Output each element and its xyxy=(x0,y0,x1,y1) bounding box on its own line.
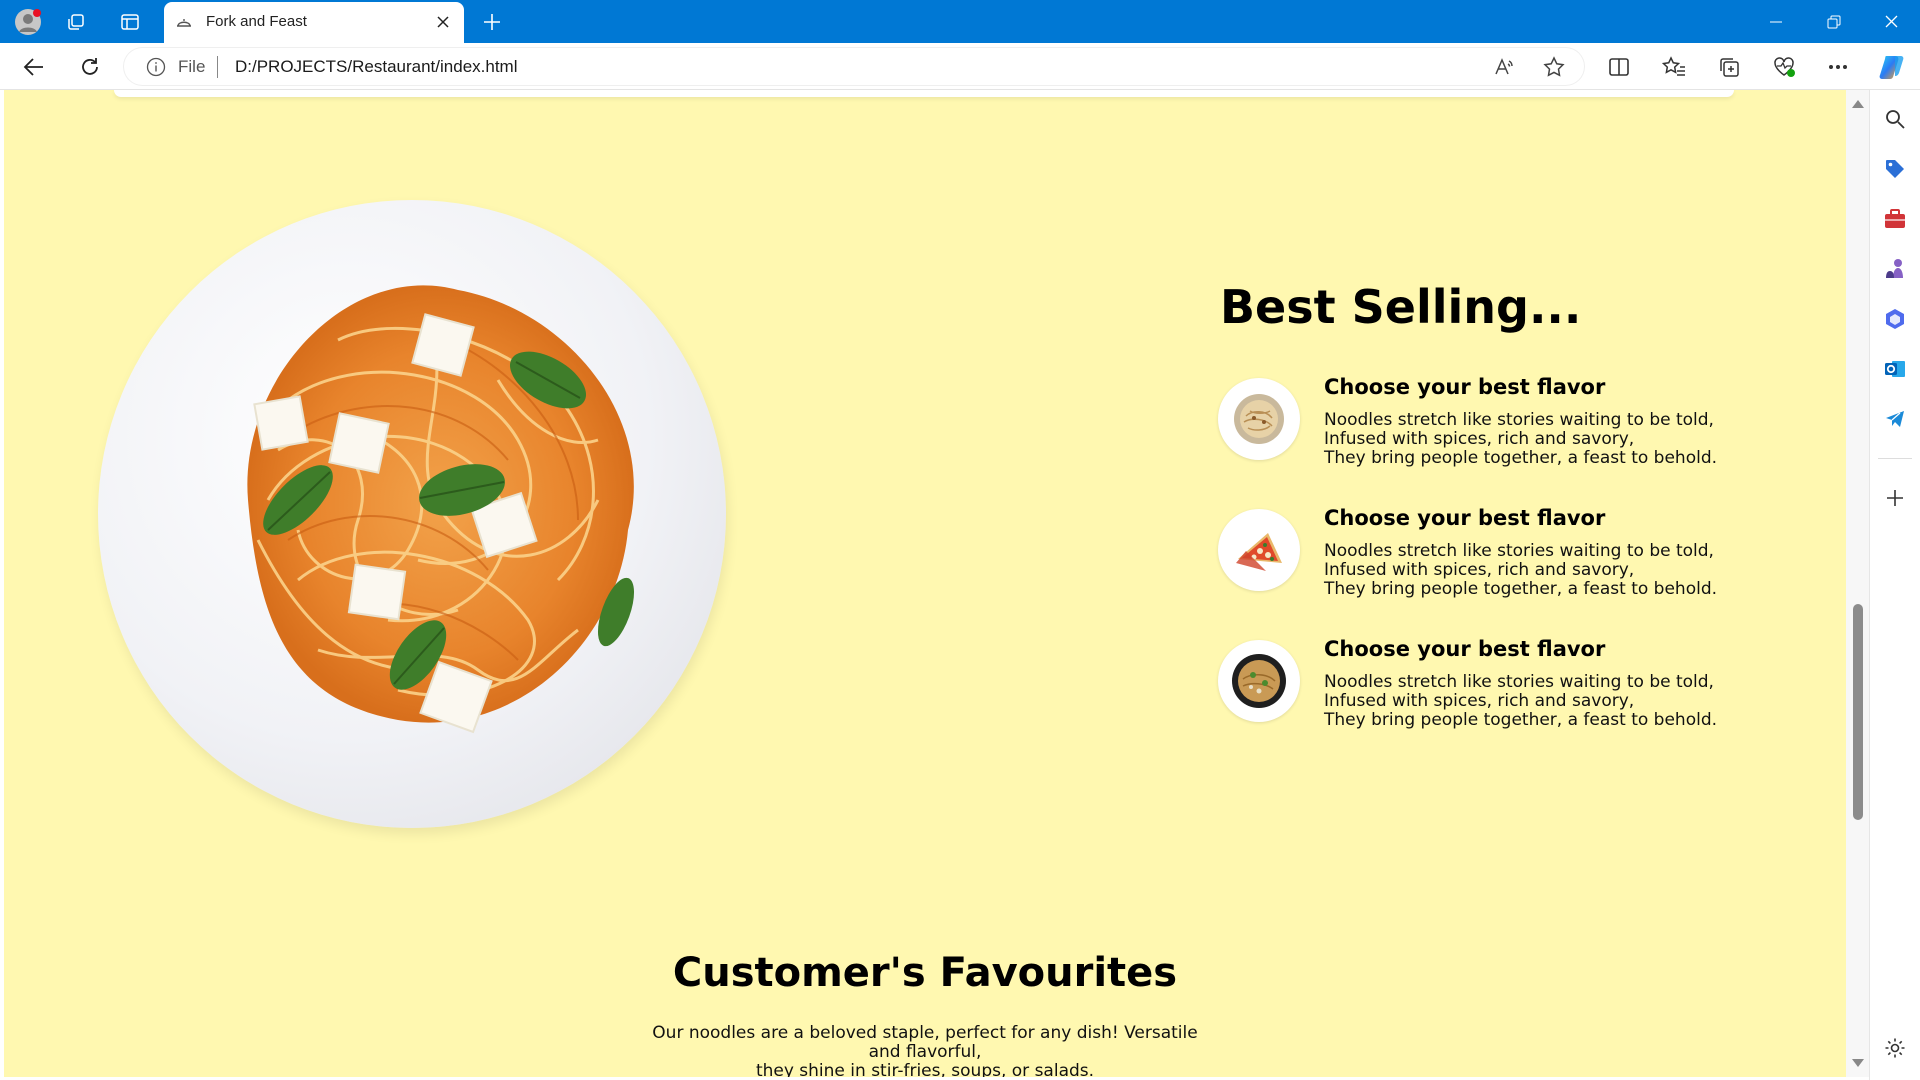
site-favicon-icon xyxy=(177,19,191,27)
games-icon[interactable] xyxy=(1881,255,1909,283)
outlook-icon[interactable] xyxy=(1881,355,1909,383)
noodle-bowl-thumbnail xyxy=(1218,378,1300,460)
back-button[interactable] xyxy=(18,51,50,83)
best-selling-item: Choose your best flavor Noodles stretch … xyxy=(1218,375,1846,478)
item-description: Noodles stretch like stories waiting to … xyxy=(1324,410,1718,468)
tools-briefcase-icon[interactable] xyxy=(1881,205,1909,233)
restore-button[interactable] xyxy=(1805,0,1863,43)
customers-favourites-text: Our noodles are a beloved staple, perfec… xyxy=(652,1023,1198,1078)
address-bar[interactable]: File D:/PROJECTS/Restaurant/index.html xyxy=(124,48,1584,85)
tab-title: Fork and Feast xyxy=(206,13,307,30)
browser-tab-active[interactable]: Fork and Feast xyxy=(164,2,464,43)
customers-favourites-title: Customer's Favourites xyxy=(672,950,1178,996)
best-selling-title: Best Selling... xyxy=(1220,280,1582,334)
item-heading: Choose your best flavor xyxy=(1324,637,1606,661)
best-selling-item: Choose your best flavor Noodles stretch … xyxy=(1218,506,1846,609)
refresh-button[interactable] xyxy=(74,51,106,83)
search-icon[interactable] xyxy=(1881,105,1909,133)
item-heading: Choose your best flavor xyxy=(1324,375,1606,399)
microsoft-365-icon[interactable] xyxy=(1881,305,1909,333)
address-scheme-label: File xyxy=(178,57,206,76)
scrollbar-thumb[interactable] xyxy=(1853,604,1863,820)
page-viewport: Best Selling... Choose your best flavor … xyxy=(4,90,1846,1077)
info-icon[interactable] xyxy=(146,57,166,77)
minimize-button[interactable] xyxy=(1747,0,1805,43)
browser-toolbar: File D:/PROJECTS/Restaurant/index.html xyxy=(0,43,1920,90)
workspaces-icon[interactable] xyxy=(62,8,90,36)
shopping-tag-icon[interactable] xyxy=(1881,155,1909,183)
settings-and-more-icon[interactable] xyxy=(1822,51,1854,83)
address-separator xyxy=(217,56,218,78)
browser-title-bar: Fork and Feast xyxy=(0,0,1920,43)
edge-sidebar xyxy=(1869,90,1920,1080)
navbar-bottom-edge xyxy=(114,90,1734,97)
sidebar-divider xyxy=(1878,458,1912,459)
sidebar-settings-gear-icon[interactable] xyxy=(1881,1034,1909,1062)
scroll-down-arrow-icon[interactable] xyxy=(1852,1059,1864,1067)
add-sidebar-app-icon[interactable] xyxy=(1881,484,1909,512)
browser-essentials-icon[interactable] xyxy=(1768,51,1800,83)
best-selling-item: Choose your best flavor Noodles stretch … xyxy=(1218,637,1846,740)
send-telegram-icon[interactable] xyxy=(1881,405,1909,433)
favorite-star-icon[interactable] xyxy=(1539,52,1569,82)
scroll-up-arrow-icon[interactable] xyxy=(1852,100,1864,108)
page-scrollbar[interactable] xyxy=(1846,90,1869,1077)
split-screen-icon[interactable] xyxy=(1603,51,1635,83)
item-heading: Choose your best flavor xyxy=(1324,506,1606,530)
fried-noodle-bowl-thumbnail xyxy=(1218,640,1300,722)
tab-close-icon[interactable] xyxy=(432,11,454,33)
item-description: Noodles stretch like stories waiting to … xyxy=(1324,541,1718,599)
copilot-icon[interactable] xyxy=(1877,51,1909,83)
new-tab-button[interactable] xyxy=(478,8,506,36)
close-window-button[interactable] xyxy=(1862,0,1920,43)
item-description: Noodles stretch like stories waiting to … xyxy=(1324,672,1718,730)
favorites-icon[interactable] xyxy=(1658,51,1690,83)
tab-actions-icon[interactable] xyxy=(116,8,144,36)
pizza-thumbnail xyxy=(1218,509,1300,591)
collections-icon[interactable] xyxy=(1713,51,1745,83)
address-url[interactable]: D:/PROJECTS/Restaurant/index.html xyxy=(235,57,517,77)
profile-avatar[interactable] xyxy=(14,8,42,36)
read-aloud-icon[interactable] xyxy=(1489,52,1519,82)
spaghetti-plate-image xyxy=(98,200,726,828)
